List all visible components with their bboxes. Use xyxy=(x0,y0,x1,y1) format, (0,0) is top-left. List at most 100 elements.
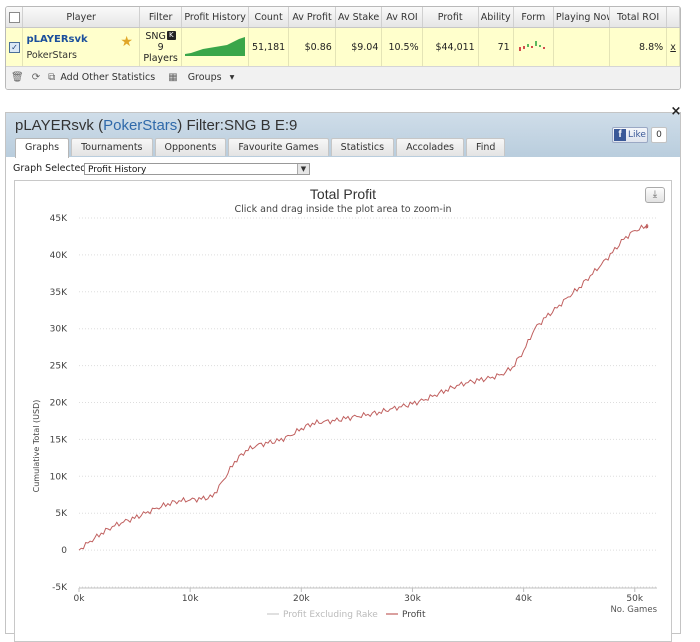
column-header-actions xyxy=(666,7,680,28)
y-tick-label: 5K xyxy=(55,509,68,519)
x-axis-label: No. Games xyxy=(610,605,657,615)
form-bar xyxy=(527,43,530,47)
y-tick-label: 20K xyxy=(50,399,68,409)
form-bar xyxy=(539,44,542,47)
column-header-playing-now[interactable]: Playing Now xyxy=(553,7,611,28)
legend-item[interactable]: Profit Excluding Rake xyxy=(283,610,378,620)
tab-accolades[interactable]: Accolades xyxy=(396,138,464,156)
form-bar xyxy=(519,46,522,51)
add-other-statistics-link[interactable]: Add Other Statistics xyxy=(60,67,155,89)
column-header-form[interactable]: Form xyxy=(513,7,554,28)
profit-chart-svg[interactable]: Total Profit Click and drag inside the p… xyxy=(15,181,671,641)
profit-history-sparkline xyxy=(181,27,249,66)
player-graph-panel: pLAYERsvk (PokerStars) Filter:SNG B E:9 … xyxy=(5,112,681,642)
groups-label: Groups xyxy=(187,72,222,83)
player-stats-table: Player Filter Profit History Count Av Pr… xyxy=(5,6,681,90)
like-label: Like xyxy=(628,130,646,140)
column-header-profit-history[interactable]: Profit History xyxy=(181,7,249,28)
like-button[interactable]: f Like xyxy=(612,127,648,143)
x-tick-label: 50k xyxy=(626,594,643,604)
column-header-av-stake[interactable]: Av Stake xyxy=(335,7,383,28)
download-icon[interactable]: ⤓ xyxy=(645,187,665,203)
form-bar xyxy=(543,46,546,49)
form-bar xyxy=(531,45,534,48)
tab-tournaments[interactable]: Tournaments xyxy=(71,138,153,156)
row-select-cell[interactable]: ✓ xyxy=(6,27,24,66)
x-axis-ticks: 0k 10k 20k 30k 40k 50k xyxy=(74,587,657,604)
form-indicator xyxy=(513,27,554,66)
av-roi-value: 10.5% xyxy=(381,27,423,66)
favourite-star-icon[interactable]: ★ xyxy=(120,34,133,50)
column-header-profit[interactable]: Profit xyxy=(422,7,479,28)
player-cell: pLAYERsvk PokerStars ★ xyxy=(22,27,140,66)
chart-title: Total Profit xyxy=(310,186,376,202)
column-header-filter[interactable]: Filter xyxy=(139,7,183,28)
facebook-like-widget: f Like 0 xyxy=(612,127,667,143)
close-icon[interactable]: × xyxy=(670,105,682,118)
x-tick-label: 0k xyxy=(74,594,86,604)
tab-statistics[interactable]: Statistics xyxy=(330,138,395,156)
add-stats-icon[interactable]: ⧉ xyxy=(48,67,55,89)
chevron-down-icon: ▾ xyxy=(229,72,235,83)
select-all-checkbox[interactable] xyxy=(8,11,20,23)
sparkline-chart xyxy=(185,36,246,56)
stats-toolbar: 🗑 ⟳ ⧉ Add Other Statistics ▦ Groups ▾ xyxy=(6,66,680,89)
trash-icon[interactable]: 🗑 xyxy=(11,67,24,89)
column-header-ability[interactable]: Ability xyxy=(478,7,514,28)
x-tick-label: 20k xyxy=(293,594,310,604)
y-tick-label: 45K xyxy=(50,214,68,224)
column-header-total-roi[interactable]: Total ROI xyxy=(609,7,668,28)
column-header-count[interactable]: Count xyxy=(248,7,290,28)
y-tick-label: -5K xyxy=(52,583,68,593)
av-stake-value: $9.04 xyxy=(335,27,383,66)
table-header-row: Player Filter Profit History Count Av Pr… xyxy=(6,7,680,28)
title-player: pLAYERsvk xyxy=(15,117,94,134)
column-header-av-profit[interactable]: Av Profit xyxy=(288,7,336,28)
column-header-av-roi[interactable]: Av ROI xyxy=(381,7,423,28)
page-title: pLAYERsvk (PokerStars) Filter:SNG B E:9 xyxy=(15,117,297,134)
facebook-icon: f xyxy=(614,129,626,141)
title-site-link[interactable]: PokerStars xyxy=(103,117,177,134)
y-tick-label: 10K xyxy=(50,472,68,482)
series-group xyxy=(78,223,649,551)
remove-row-button[interactable]: x xyxy=(666,27,680,66)
profit-value: $44,011 xyxy=(422,27,479,66)
x-tick-label: 30k xyxy=(404,594,421,604)
y-tick-label: 15K xyxy=(50,435,68,445)
select-all-header[interactable] xyxy=(6,7,24,28)
sparkline-area xyxy=(185,36,246,56)
filter-size: 9 xyxy=(157,41,164,53)
groups-icon[interactable]: ▦ xyxy=(168,67,177,89)
tab-find[interactable]: Find xyxy=(466,138,506,156)
column-header-player[interactable]: Player xyxy=(22,7,140,28)
graph-select-dropdown[interactable]: Profit History ▼ xyxy=(84,163,310,175)
legend-item[interactable]: Profit xyxy=(402,610,426,620)
tab-opponents[interactable]: Opponents xyxy=(154,138,227,156)
form-bar xyxy=(523,45,526,49)
form-bars xyxy=(519,40,546,51)
tab-favourite-games[interactable]: Favourite Games xyxy=(228,138,329,156)
tab-graphs[interactable]: Graphs xyxy=(15,138,70,158)
row-checkbox[interactable]: ✓ xyxy=(9,41,20,53)
filter-type: SNG xyxy=(145,30,166,42)
panel-tabs: Graphs Tournaments Opponents Favourite G… xyxy=(15,138,507,158)
refresh-icon[interactable]: ⟳ xyxy=(32,67,40,89)
y-tick-label: 30K xyxy=(50,325,68,335)
title-site-paren-close: ) xyxy=(177,117,183,134)
grid-lines xyxy=(79,217,657,588)
profit-chart[interactable]: Total Profit Click and drag inside the p… xyxy=(14,180,672,642)
y-tick-label: 25K xyxy=(50,362,68,372)
filter-badge-icon: K xyxy=(166,30,176,40)
groups-dropdown[interactable]: Groups ▾ xyxy=(183,67,235,89)
filter-cell: SNG K 9 Players xyxy=(139,27,183,66)
ability-value: 71 xyxy=(478,27,514,66)
y-axis-ticks: -5K 0 5K 10K 15K 20K 25K 30K 35K 40K 45K xyxy=(50,214,68,593)
av-profit-value: $0.86 xyxy=(288,27,336,66)
chart-legend[interactable]: Profit Excluding Rake Profit xyxy=(267,610,426,620)
table-row[interactable]: ✓ pLAYERsvk PokerStars ★ SNG K 9 Players … xyxy=(6,27,680,66)
title-filter: Filter:SNG B E:9 xyxy=(186,117,298,134)
graph-select-value: Profit History xyxy=(88,165,147,175)
total-roi-value: 8.8% xyxy=(609,27,668,66)
player-site: PokerStars xyxy=(26,50,77,61)
y-tick-label: 0 xyxy=(61,546,67,556)
